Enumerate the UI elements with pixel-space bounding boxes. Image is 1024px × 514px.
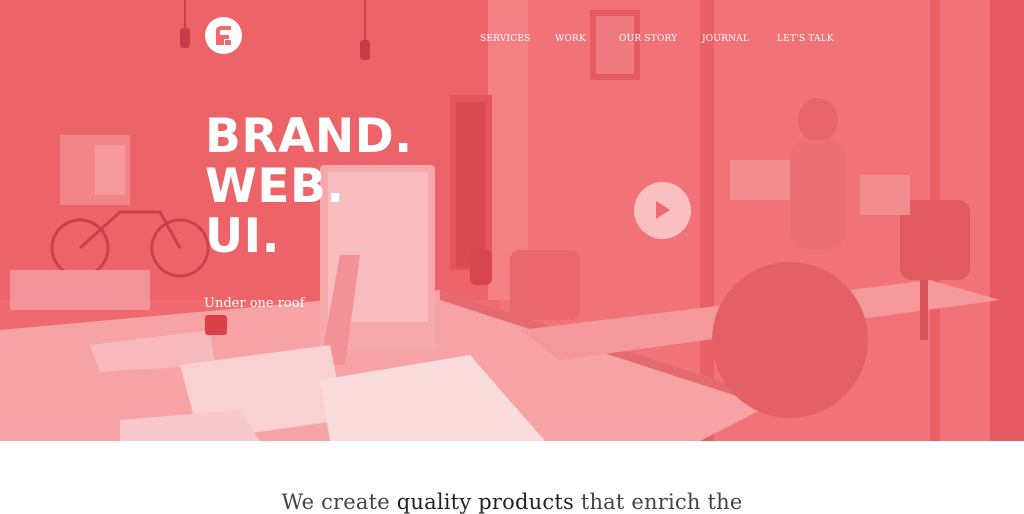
nav-lets-talk[interactable]: LET'S TALK xyxy=(777,34,834,44)
nav-work[interactable]: WORK xyxy=(555,34,586,44)
tagline-text-start: We create xyxy=(281,490,397,514)
tagline-emphasis: quality products xyxy=(396,490,574,514)
play-video-button[interactable] xyxy=(634,182,691,239)
brand-logo-icon[interactable] xyxy=(205,17,242,54)
headline-line-ui: UI. xyxy=(205,209,281,264)
hero-subline: Under one roof xyxy=(204,296,305,311)
intro-tagline: We create quality products that enrich t… xyxy=(0,490,1024,514)
nav-journal[interactable]: JOURNAL xyxy=(702,34,749,44)
hero-background-image xyxy=(0,0,1024,441)
tagline-text-end: that enrich the xyxy=(573,490,743,514)
nav-our-story[interactable]: OUR STORY xyxy=(619,34,677,44)
headline-line-web: WEB. xyxy=(205,159,345,214)
nav-services[interactable]: SERVICES xyxy=(480,34,530,44)
hero-headline: BRAND. WEB. UI. xyxy=(205,112,413,262)
play-icon xyxy=(656,201,670,219)
headline-line-brand: BRAND. xyxy=(205,109,413,164)
hero-section: SERVICES WORK OUR STORY JOURNAL LET'S TA… xyxy=(0,0,1024,441)
